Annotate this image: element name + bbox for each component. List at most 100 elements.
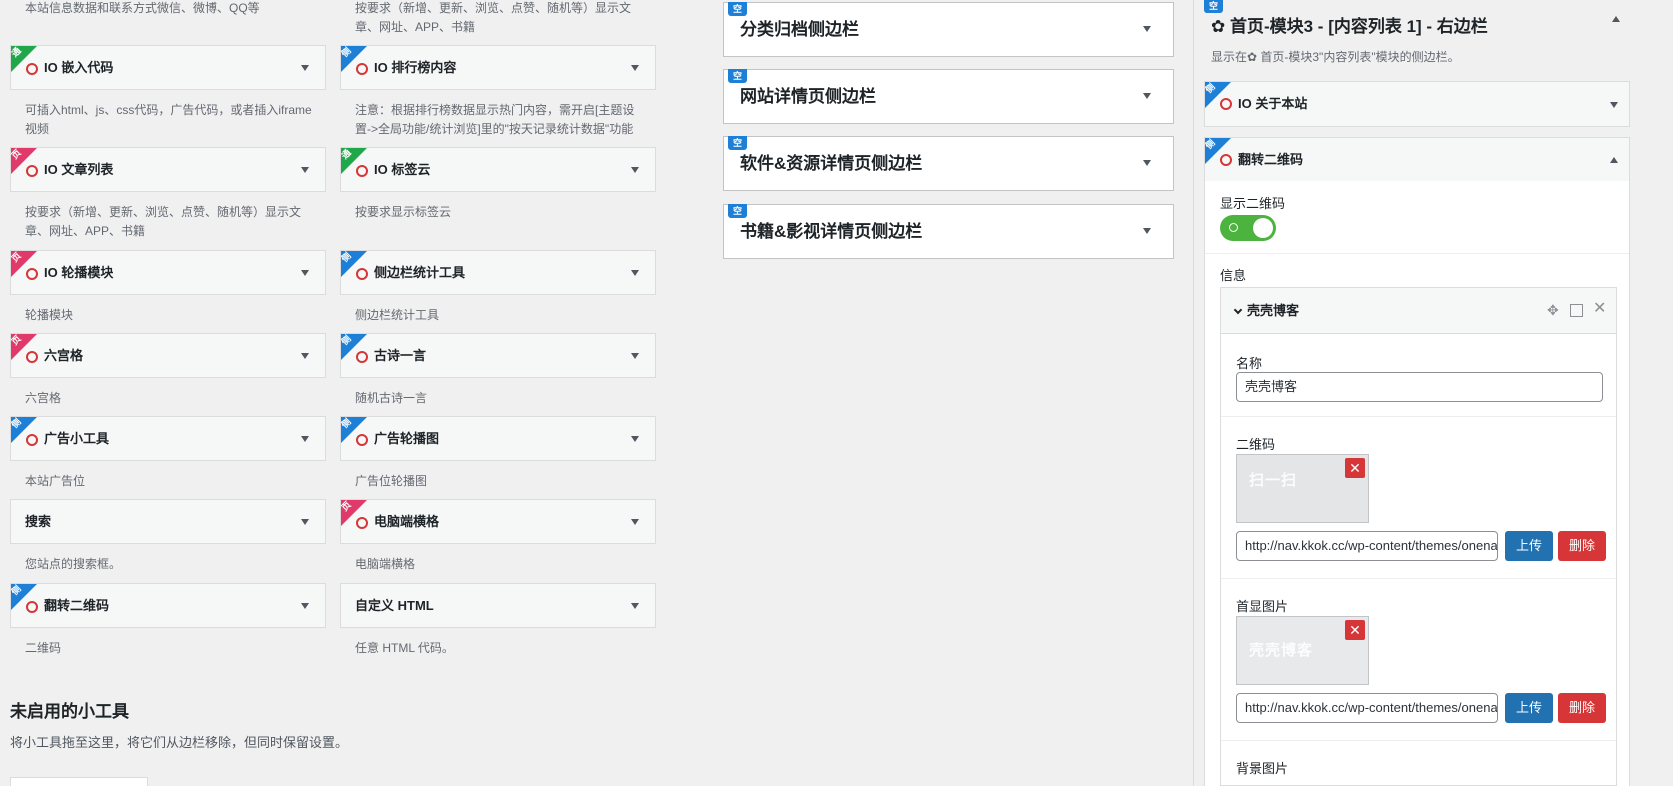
expand-arrow-icon[interactable] (631, 167, 639, 173)
widget-title: 古诗一言 (374, 348, 427, 363)
status-ring-icon (26, 434, 38, 446)
ribbon-label: 通 (11, 46, 23, 59)
first-image-url-input[interactable]: http://nav.kkok.cc/wp-content/themes/one… (1236, 693, 1498, 723)
widget-card[interactable]: 侧侧边栏统计工具 (340, 250, 656, 295)
expand-arrow-icon[interactable] (301, 167, 309, 173)
group-header[interactable]: 壳壳博客 ✥ ✕ (1221, 288, 1616, 334)
widget-card[interactable]: 侧翻转二维码 (10, 583, 326, 628)
expand-arrow-icon[interactable] (1143, 160, 1151, 166)
widget-card[interactable]: 页 IO 文章列表 (10, 147, 326, 192)
widget-desc: 注意：根据排行榜数据显示热门内容，需开启[主题设置->全局功能/统计浏览]里的"… (355, 103, 635, 136)
widget-title: IO 嵌入代码 (44, 60, 114, 75)
status-ring-icon (1220, 154, 1232, 166)
widget-card[interactable]: 侧古诗一言 (340, 333, 656, 378)
first-image-label: 首显图片 (1236, 599, 1289, 614)
sidebar-title: 书籍&影视详情页侧边栏 (740, 222, 923, 241)
expand-arrow-icon[interactable] (631, 519, 639, 525)
toggle-knob (1253, 218, 1273, 238)
first-image-upload-button[interactable]: 上传 (1505, 693, 1553, 723)
widget-card[interactable]: 通 IO 嵌入代码 (10, 45, 326, 90)
qr-url-input[interactable]: http://nav.kkok.cc/wp-content/themes/one… (1236, 531, 1498, 561)
widget-title: 翻转二维码 (44, 598, 110, 613)
sidebar-area[interactable]: 空软件&资源详情页侧边栏 (723, 136, 1174, 191)
first-image-thumbnail: 壳壳博客 ✕ (1236, 616, 1369, 685)
expand-arrow-icon[interactable] (1143, 228, 1151, 234)
expand-arrow-icon[interactable] (631, 436, 639, 442)
qr-delete-button[interactable]: 删除 (1558, 531, 1606, 561)
collapse-arrow-icon[interactable] (1612, 16, 1620, 22)
widget-flip-qrcode[interactable]: 侧 翻转二维码 (1204, 137, 1630, 182)
widget-title: 自定义 HTML (355, 598, 434, 613)
status-ring-icon (356, 63, 368, 75)
remove-image-button[interactable]: ✕ (1345, 620, 1365, 640)
expand-arrow-icon[interactable] (631, 603, 639, 609)
sidebar-title: 分类归档侧边栏 (740, 20, 859, 39)
ribbon-label: 页 (11, 334, 23, 347)
widget-card[interactable]: 侧 IO 排行榜内容 (340, 45, 656, 90)
widget-desc: 按要求（新增、更新、浏览、点赞、随机等）显示文章、网址、APP、书籍 (355, 1, 632, 34)
widget-desc: 可插入html、js、css代码，广告代码，或者插入iframe 视频 (25, 103, 312, 136)
widget-card[interactable]: 页六宫格 (10, 333, 326, 378)
thumbnail-text: 扫一扫 (1249, 472, 1298, 489)
expand-arrow-icon[interactable] (301, 519, 309, 525)
status-ring-icon (356, 434, 368, 446)
chevron-down-icon[interactable] (1233, 305, 1243, 315)
qr-upload-button[interactable]: 上传 (1505, 531, 1553, 561)
close-icon[interactable]: ✕ (1593, 301, 1606, 317)
widget-card[interactable]: 通 IO 标签云 (340, 147, 656, 192)
unused-widgets-title: 未启用的小工具 (10, 702, 129, 721)
widget-desc: 本站信息数据和联系方式微信、微博、QQ等 (25, 1, 260, 15)
status-ring-icon (356, 517, 368, 529)
name-input[interactable]: 壳壳博客 (1236, 372, 1603, 402)
expand-arrow-icon[interactable] (631, 270, 639, 276)
toggle-off-icon (1229, 223, 1238, 232)
widget-io-about[interactable]: 侧 IO 关于本站 (1204, 81, 1630, 127)
group-title: 壳壳博客 (1247, 303, 1300, 318)
first-image-delete-button[interactable]: 删除 (1558, 693, 1606, 723)
name-label: 名称 (1236, 356, 1263, 371)
widget-card[interactable]: 搜索 (10, 499, 326, 544)
show-qr-label: 显示二维码 (1220, 196, 1286, 211)
sidebar-area[interactable]: 空网站详情页侧边栏 (723, 69, 1174, 124)
ribbon-label: 页 (341, 500, 353, 513)
expand-arrow-icon[interactable] (1143, 93, 1151, 99)
expand-arrow-icon[interactable] (1143, 26, 1151, 32)
ribbon-label: 页 (11, 148, 23, 161)
widget-desc: 按要求（新增、更新、浏览、点赞、随机等）显示文章、网址、APP、书籍 (25, 205, 302, 238)
widget-card[interactable]: 页电脑端横格 (340, 499, 656, 544)
widget-title: IO 轮播模块 (44, 265, 114, 280)
expand-arrow-icon[interactable] (301, 353, 309, 359)
sidebar-description: 显示在✿ 首页-模块3"内容列表"模块的侧边栏。 (1211, 50, 1460, 64)
widget-card[interactable]: 侧广告轮播图 (340, 416, 656, 461)
ribbon-label: 侧 (341, 417, 353, 430)
thumbnail-text: 壳壳博客 (1249, 642, 1314, 659)
expand-arrow-icon[interactable] (301, 65, 309, 71)
remove-image-button[interactable]: ✕ (1345, 458, 1365, 478)
widget-title: IO 文章列表 (44, 162, 114, 177)
widget-card[interactable]: 自定义 HTML (340, 583, 656, 628)
expand-arrow-icon[interactable] (631, 65, 639, 71)
copy-icon[interactable] (1570, 304, 1583, 317)
sidebar-title: 网站详情页侧边栏 (740, 87, 876, 106)
expand-arrow-icon[interactable] (631, 353, 639, 359)
unused-widgets-desc: 将小工具拖至这里，将它们从边栏移除，但同时保留设置。 (10, 735, 349, 750)
widget-card[interactable]: 页 IO 轮播模块 (10, 250, 326, 295)
status-ring-icon (26, 165, 38, 177)
widget-card[interactable]: 侧广告小工具 (10, 416, 326, 461)
widget-title: 广告轮播图 (374, 431, 440, 446)
status-ring-icon (356, 351, 368, 363)
expand-arrow-icon[interactable] (301, 603, 309, 609)
widget-title: 侧边栏统计工具 (374, 265, 466, 280)
widget-title: IO 关于本站 (1238, 96, 1308, 111)
expand-arrow-icon[interactable] (301, 436, 309, 442)
show-qr-toggle[interactable] (1220, 215, 1276, 241)
expand-arrow-icon[interactable] (301, 270, 309, 276)
background-image-label: 背景图片 (1236, 761, 1289, 776)
move-icon[interactable]: ✥ (1547, 302, 1559, 318)
sidebar-area[interactable]: 空分类归档侧边栏 (723, 2, 1174, 57)
unused-widgets-dropzone[interactable] (10, 777, 148, 786)
expand-arrow-icon[interactable] (1610, 102, 1618, 108)
sidebar-area[interactable]: 空书籍&影视详情页侧边栏 (723, 204, 1174, 259)
sidebar-title[interactable]: ✿ 首页-模块3 - [内容列表 1] - 右边栏 (1211, 12, 1488, 37)
collapse-arrow-icon[interactable] (1610, 157, 1618, 163)
